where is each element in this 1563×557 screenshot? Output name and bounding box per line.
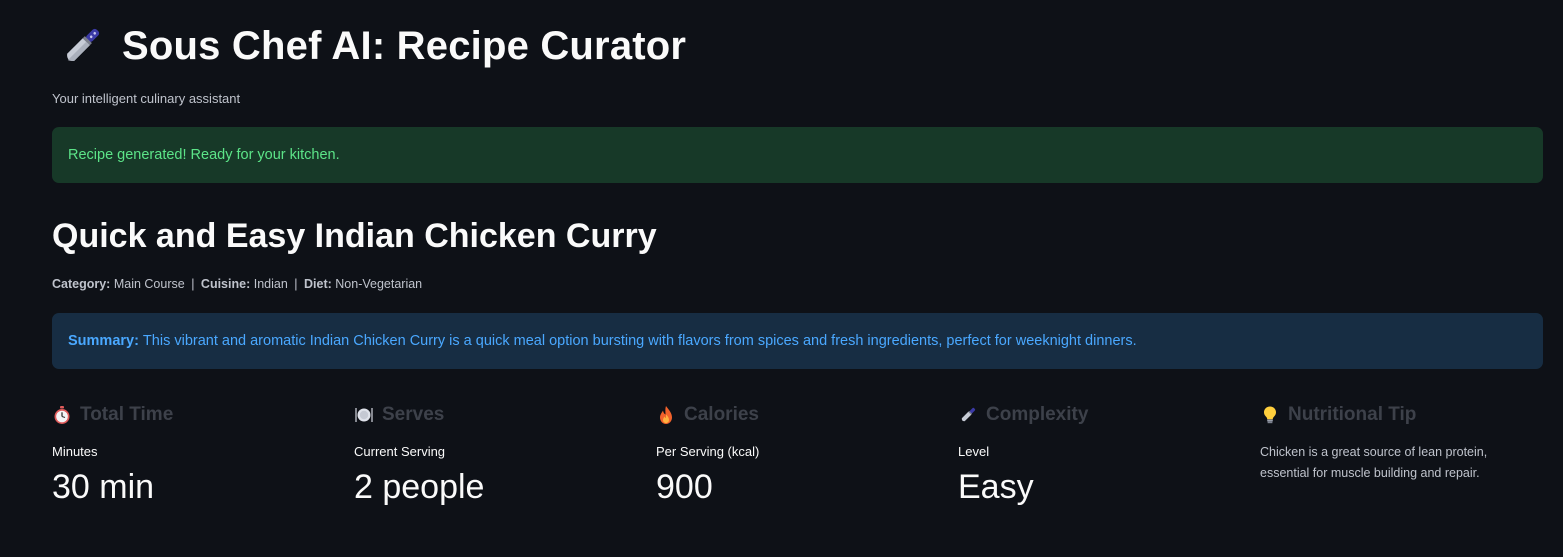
- metric-value: 2 people: [354, 468, 485, 506]
- fire-icon: [656, 405, 676, 425]
- meta-separator: |: [191, 277, 195, 291]
- metric-heading: Total Time: [80, 404, 174, 425]
- metric-serves: Serves Current Serving 2 people: [354, 400, 656, 507]
- recipe-meta: Category: Main Course | Cuisine: Indian …: [52, 277, 422, 291]
- lightbulb-icon: [1260, 405, 1280, 425]
- app-subtitle: Your intelligent culinary assistant: [52, 91, 241, 106]
- kitchen-knife-icon: [58, 22, 106, 70]
- cuisine-key: Cuisine:: [200, 277, 251, 291]
- stopwatch-icon: [52, 405, 72, 425]
- metric-nutritional-tip: Nutritional Tip Chicken is a great sourc…: [1260, 400, 1562, 507]
- metric-label: Current Serving: [354, 444, 446, 459]
- metric-heading: Complexity: [986, 404, 1089, 425]
- metric-calories: Calories Per Serving (kcal) 900: [656, 400, 958, 507]
- category-value: Main Course: [113, 277, 185, 291]
- meta-separator: |: [294, 277, 298, 291]
- app-title: Sous Chef AI: Recipe Curator: [122, 24, 687, 68]
- metric-heading: Calories: [684, 404, 759, 425]
- summary-text: This vibrant and aromatic Indian Chicken…: [142, 333, 1137, 349]
- kitchen-knife-icon: [958, 405, 978, 425]
- recipe-title: Quick and Easy Indian Chicken Curry: [52, 217, 657, 255]
- metric-complexity: Complexity Level Easy: [958, 400, 1260, 507]
- metric-label: Minutes: [52, 444, 98, 459]
- metric-value: 900: [656, 468, 713, 506]
- metric-heading: Nutritional Tip: [1288, 404, 1417, 425]
- metrics-row: Total Time Minutes 30 min Serves Current…: [52, 400, 1543, 507]
- summary-key: Summary:: [68, 333, 139, 349]
- metric-value: 30 min: [52, 468, 155, 506]
- diet-key: Diet:: [304, 277, 332, 291]
- success-alert: Recipe generated! Ready for your kitchen…: [52, 127, 1543, 183]
- category-key: Category:: [52, 277, 111, 291]
- diet-value: Non-Vegetarian: [335, 277, 423, 291]
- cuisine-value: Indian: [253, 277, 288, 291]
- metric-label: Level: [958, 444, 990, 459]
- metric-value: Easy: [958, 468, 1034, 506]
- summary-alert: Summary: This vibrant and aromatic Indian…: [52, 313, 1543, 369]
- plate-icon: [354, 405, 374, 425]
- success-message: Recipe generated! Ready for your kitchen…: [68, 147, 340, 163]
- app-header: Sous Chef AI: Recipe Curator: [58, 20, 686, 72]
- app-page: Sous Chef AI: Recipe Curator Your intell…: [0, 0, 1563, 557]
- metric-total-time: Total Time Minutes 30 min: [52, 400, 354, 507]
- metric-label: Per Serving (kcal): [656, 444, 760, 459]
- tip-text: Chicken is a great source of lean protei…: [1260, 445, 1488, 480]
- metric-heading: Serves: [382, 404, 445, 425]
